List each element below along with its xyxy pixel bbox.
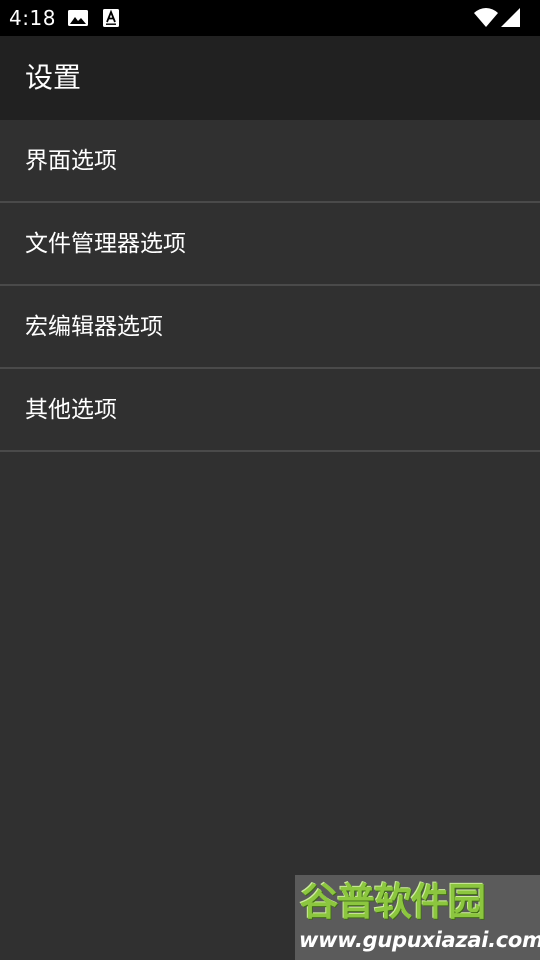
image-notification-icon	[68, 10, 88, 26]
cellular-signal-icon	[501, 8, 520, 27]
settings-item-label: 其他选项	[25, 397, 117, 423]
watermark: 谷普软件园 www.gupuxiazai.com	[295, 875, 540, 960]
wifi-icon	[474, 8, 498, 27]
settings-item-interface[interactable]: 界面选项	[0, 120, 540, 203]
status-bar: 4:18	[0, 0, 540, 36]
watermark-url: www.gupuxiazai.com	[299, 928, 540, 952]
text-notification-icon	[103, 9, 119, 27]
settings-item-label: 界面选项	[25, 148, 117, 174]
settings-screen: 4:18 设置 界面选项 文件管理器选项 宏编辑器选项 其他选项 谷普软件园 w…	[0, 0, 540, 960]
settings-item-label: 宏编辑器选项	[25, 314, 163, 340]
settings-item-file-manager[interactable]: 文件管理器选项	[0, 203, 540, 286]
settings-item-other[interactable]: 其他选项	[0, 369, 540, 452]
settings-item-label: 文件管理器选项	[25, 231, 186, 257]
settings-item-macro-editor[interactable]: 宏编辑器选项	[0, 286, 540, 369]
settings-list: 界面选项 文件管理器选项 宏编辑器选项 其他选项	[0, 120, 540, 452]
page-title: 设置	[25, 61, 82, 94]
status-time: 4:18	[9, 6, 56, 30]
watermark-title: 谷普软件园	[300, 880, 486, 924]
app-bar: 设置	[0, 36, 540, 120]
